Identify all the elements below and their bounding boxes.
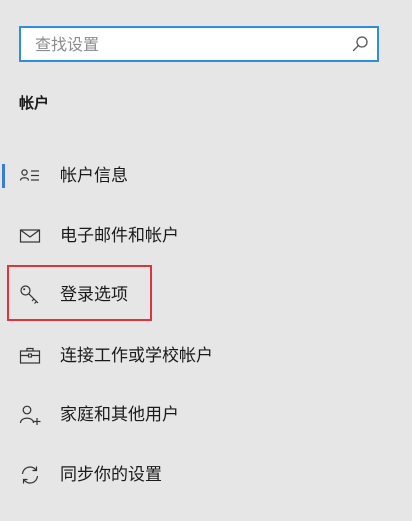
section-title: 帐户	[19, 94, 50, 112]
nav-item-label: 帐户信息	[60, 166, 128, 186]
selection-indicator	[2, 164, 5, 188]
search-input[interactable]	[35, 28, 335, 60]
nav-item-family-users[interactable]: 家庭和其他用户	[0, 393, 412, 437]
nav-item-label: 电子邮件和帐户	[60, 226, 179, 246]
mail-icon	[19, 229, 41, 243]
nav-item-account-info[interactable]: 帐户信息	[0, 154, 412, 198]
briefcase-icon	[19, 347, 41, 364]
nav-item-label: 同步你的设置	[60, 465, 162, 485]
account-info-icon	[19, 169, 39, 181]
nav-item-sync-settings[interactable]: 同步你的设置	[0, 453, 412, 497]
highlight-frame	[7, 265, 152, 321]
search-icon[interactable]	[351, 35, 369, 53]
nav-item-label: 连接工作或学校帐户	[60, 346, 213, 366]
add-user-icon	[19, 405, 41, 425]
search-box[interactable]	[19, 26, 379, 62]
sync-icon	[21, 466, 39, 484]
nav-item-label: 家庭和其他用户	[60, 405, 179, 425]
nav-item-email-accounts[interactable]: 电子邮件和帐户	[0, 214, 412, 258]
nav-item-work-school[interactable]: 连接工作或学校帐户	[0, 334, 412, 378]
